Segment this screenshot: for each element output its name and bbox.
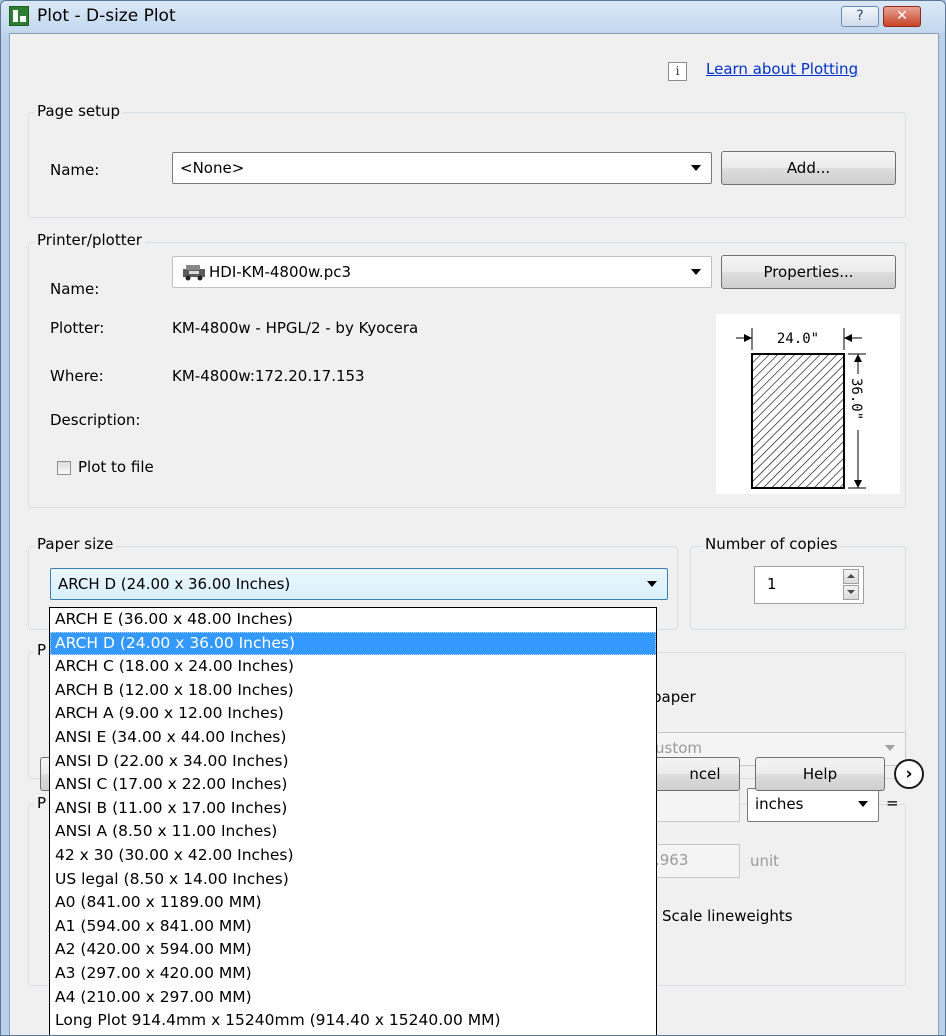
- scale-unit-value: .963: [655, 851, 689, 869]
- page-setup-name-value: <None>: [180, 159, 245, 177]
- paper-size-dropdown-list[interactable]: ARCH E (36.00 x 48.00 Inches) ARCH D (24…: [49, 607, 657, 1035]
- plotter-value: KM-4800w - HPGL/2 - by Kyocera: [172, 319, 419, 337]
- equals-sign: =: [886, 794, 899, 812]
- title-bar[interactable]: Plot - D-size Plot ? ✕: [1, 1, 945, 33]
- copies-spinner[interactable]: 1: [754, 566, 864, 604]
- paper-size-option[interactable]: ARCH B (12.00 x 18.00 Inches): [50, 679, 656, 703]
- paper-size-combo[interactable]: ARCH D (24.00 x 36.00 Inches): [50, 568, 668, 600]
- chevron-down-icon: [691, 269, 701, 275]
- plot-scale-value: ustom: [655, 739, 702, 757]
- paper-preview-drawing: 24.0" 36.0": [736, 328, 866, 489]
- preview-height-text: 36.0": [848, 378, 864, 420]
- title-help-button[interactable]: ?: [841, 6, 879, 27]
- more-options-icon[interactable]: ›: [894, 759, 924, 789]
- printer-properties-button[interactable]: Properties...: [721, 255, 896, 289]
- paper-size-option[interactable]: A1 (594.00 x 841.00 MM): [50, 915, 656, 939]
- paper-size-option[interactable]: A2 (420.00 x 594.00 MM): [50, 938, 656, 962]
- paper-size-option[interactable]: ANSI C (17.00 x 22.00 Inches): [50, 773, 656, 797]
- paper-size-option[interactable]: ARCH A (9.00 x 12.00 Inches): [50, 702, 656, 726]
- paper-size-option[interactable]: ANSI D (22.00 x 34.00 Inches): [50, 750, 656, 774]
- fit-to-paper-fragment: paper: [652, 688, 696, 706]
- copies-value: 1: [767, 575, 777, 593]
- page-setup-name-combo[interactable]: <None>: [172, 152, 712, 184]
- paper-size-option[interactable]: ANSI B (11.00 x 17.00 Inches): [50, 797, 656, 821]
- units-combo[interactable]: inches: [747, 788, 879, 822]
- unit-label: unit: [750, 852, 780, 870]
- scale-unit-input: .963: [650, 844, 740, 878]
- paper-size-option[interactable]: ARCH E (36.00 x 48.00 Inches): [50, 608, 656, 632]
- autocad-app-icon: [9, 6, 29, 26]
- scale-lineweights-label[interactable]: Scale lineweights: [662, 907, 793, 925]
- chevron-down-icon: [858, 801, 868, 807]
- preview-width-text: 24.0": [777, 331, 819, 347]
- help-button[interactable]: Help: [755, 757, 885, 791]
- description-label: Description:: [50, 411, 141, 429]
- chevron-down-icon: [885, 745, 895, 751]
- cancel-button-label: ncel: [689, 765, 721, 783]
- paper-size-option[interactable]: A0 (841.00 x 1189.00 MM): [50, 891, 656, 915]
- plot-to-file-label[interactable]: Plot to file: [78, 458, 154, 476]
- units-value: inches: [755, 795, 804, 813]
- spin-up-icon[interactable]: [843, 569, 859, 584]
- plot-offset-legend-fragment: P: [34, 794, 50, 812]
- plot-dialog-window: Plot - D-size Plot ? ✕ i Learn about Plo…: [0, 0, 946, 1036]
- paper-size-legend: Paper size: [34, 535, 117, 553]
- learn-about-plotting-link[interactable]: Learn about Plotting: [706, 60, 858, 78]
- where-label: Where:: [50, 367, 104, 385]
- printer-name-value: HDI-KM-4800w.pc3: [209, 263, 352, 281]
- chevron-down-icon: [647, 581, 657, 587]
- printer-name-label: Name:: [50, 280, 100, 298]
- page-setup-name-label: Name:: [50, 161, 100, 179]
- paper-size-option[interactable]: A4 (210.00 x 297.00 MM): [50, 986, 656, 1010]
- window-title: Plot - D-size Plot: [37, 6, 176, 26]
- plotter-label: Plotter:: [50, 319, 105, 337]
- printer-name-combo[interactable]: HDI-KM-4800w.pc3: [172, 256, 712, 288]
- add-page-setup-button[interactable]: Add...: [721, 151, 896, 185]
- paper-size-option-selected[interactable]: ARCH D (24.00 x 36.00 Inches): [50, 631, 656, 656]
- scale-inches-input: [650, 788, 740, 822]
- paper-size-option[interactable]: Long Plot 914.4mm x 15240mm (914.40 x 15…: [50, 1009, 656, 1033]
- paper-size-option[interactable]: ARCH C (18.00 x 24.00 Inches): [50, 655, 656, 679]
- plotter-icon: [183, 265, 205, 281]
- paper-size-option[interactable]: A3 (297.00 x 420.00 MM): [50, 962, 656, 986]
- paper-size-option[interactable]: ANSI E (34.00 x 44.00 Inches): [50, 726, 656, 750]
- printer-plotter-legend: Printer/plotter: [34, 231, 145, 249]
- page-setup-legend: Page setup: [34, 102, 124, 120]
- plot-area-legend-fragment: P: [34, 641, 50, 659]
- paper-preview: 24.0" 36.0": [716, 314, 900, 494]
- plot-to-file-checkbox[interactable]: [57, 461, 71, 475]
- title-close-button[interactable]: ✕: [883, 6, 921, 27]
- paper-size-option[interactable]: US legal (8.50 x 14.00 Inches): [50, 868, 656, 892]
- paper-size-value: ARCH D (24.00 x 36.00 Inches): [58, 575, 291, 593]
- paper-size-option[interactable]: 42 x 30 (30.00 x 42.00 Inches): [50, 844, 656, 868]
- paper-size-option[interactable]: ANSI A (8.50 x 11.00 Inches): [50, 820, 656, 844]
- spin-down-icon[interactable]: [843, 585, 859, 600]
- where-value: KM-4800w:172.20.17.153: [172, 367, 365, 385]
- copies-legend: Number of copies: [702, 535, 841, 553]
- info-icon: i: [668, 62, 687, 81]
- chevron-down-icon: [691, 165, 701, 171]
